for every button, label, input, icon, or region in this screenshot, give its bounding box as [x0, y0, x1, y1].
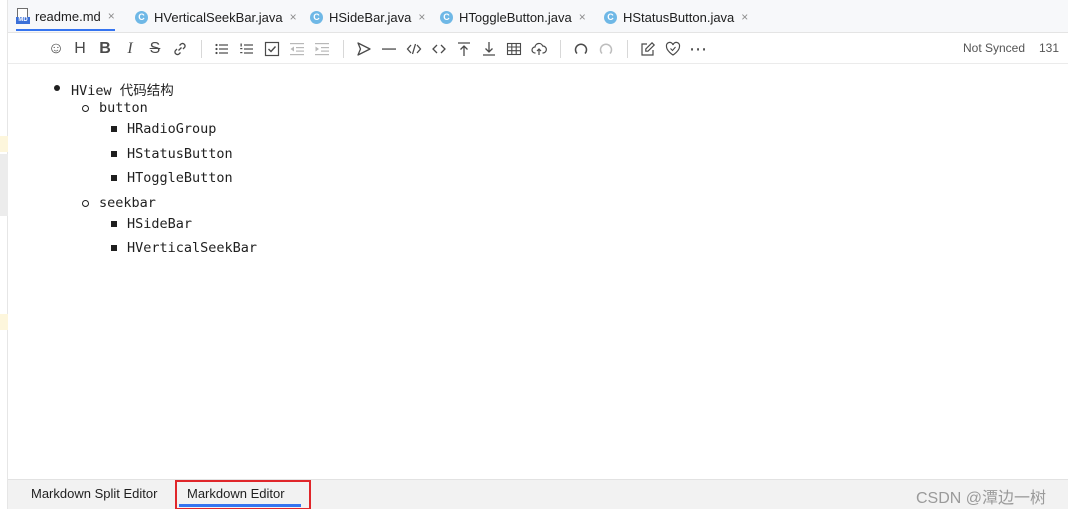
- gutter-change-marker: [0, 314, 8, 330]
- close-icon[interactable]: ×: [418, 10, 425, 24]
- bullet-list-icon[interactable]: [212, 39, 232, 59]
- edit-icon[interactable]: [638, 39, 658, 59]
- list-item-group: seekbar: [99, 195, 156, 211]
- tab-htogglebutton-java[interactable]: C HToggleButton.java ×: [440, 3, 586, 31]
- gutter-fold-region: [0, 154, 8, 216]
- upload-icon[interactable]: [529, 39, 549, 59]
- table-icon[interactable]: [504, 39, 524, 59]
- undo-icon[interactable]: [571, 39, 591, 59]
- emoji-icon[interactable]: ☺: [46, 39, 66, 59]
- tab-label: HToggleButton.java: [459, 9, 572, 25]
- heading-icon[interactable]: H: [70, 39, 90, 59]
- gutter-change-marker: [0, 136, 8, 152]
- link-icon[interactable]: [170, 39, 190, 59]
- list-bullet-disc: [54, 85, 60, 91]
- horizontal-rule-icon[interactable]: [379, 39, 399, 59]
- insert-before-icon[interactable]: [454, 39, 474, 59]
- list-item: HSideBar: [127, 216, 193, 232]
- list-item: HToggleButton: [127, 170, 233, 186]
- list-bullet-circle: [82, 105, 89, 112]
- bold-icon[interactable]: B: [95, 39, 115, 59]
- code-icon[interactable]: [404, 39, 424, 59]
- sync-status: Not Synced: [963, 41, 1026, 55]
- tab-markdown-split-editor[interactable]: Markdown Split Editor: [31, 486, 157, 501]
- list-item-root: HView 代码结构: [71, 83, 174, 99]
- checklist-icon[interactable]: [262, 39, 282, 59]
- editor-gutter: [0, 0, 8, 509]
- tab-hsidebar-java[interactable]: C HSideBar.java ×: [310, 3, 425, 31]
- markdown-toolbar: ☺ H B I S ⋯ Not Synced 131: [8, 33, 1068, 64]
- ordered-list-icon[interactable]: [237, 39, 257, 59]
- insert-after-icon[interactable]: [479, 39, 499, 59]
- java-class-icon: C: [440, 10, 453, 24]
- close-icon[interactable]: ×: [741, 10, 748, 24]
- editor-tab-bar: MD readme.md × C HVerticalSeekBar.java ×…: [8, 0, 1068, 33]
- strikethrough-icon[interactable]: S: [145, 39, 165, 59]
- tab-hstatusbutton-java[interactable]: C HStatusButton.java ×: [604, 3, 748, 31]
- close-icon[interactable]: ×: [290, 10, 297, 24]
- more-icon[interactable]: ⋯: [688, 39, 708, 59]
- redo-icon[interactable]: [596, 39, 616, 59]
- list-bullet-square: [111, 126, 117, 132]
- list-item: HStatusButton: [127, 146, 233, 162]
- list-item: HRadioGroup: [127, 121, 217, 137]
- toolbar-separator: [560, 40, 561, 58]
- inline-code-icon[interactable]: [429, 39, 449, 59]
- word-count: 131: [1039, 41, 1060, 55]
- java-class-icon: C: [310, 10, 323, 24]
- italic-icon[interactable]: I: [120, 39, 140, 59]
- java-class-icon: C: [604, 10, 617, 24]
- highlight-annotation-box: [175, 480, 311, 509]
- close-icon[interactable]: ×: [579, 10, 586, 24]
- editor-mode-bar: Markdown Split Editor Markdown Editor CS…: [8, 479, 1068, 509]
- tab-hverticalseekbar-java[interactable]: C HVerticalSeekBar.java ×: [135, 3, 297, 31]
- markdown-preview: HView 代码结构 button HRadioGroup HStatusBut…: [8, 64, 1068, 479]
- list-bullet-square: [111, 221, 117, 227]
- tab-label: HStatusButton.java: [623, 9, 735, 25]
- java-class-icon: C: [135, 10, 148, 24]
- toolbar-separator: [627, 40, 628, 58]
- list-bullet-square: [111, 245, 117, 251]
- toolbar-separator: [343, 40, 344, 58]
- outdent-icon[interactable]: [287, 39, 307, 59]
- list-bullet-square: [111, 175, 117, 181]
- tab-readme-md[interactable]: MD readme.md ×: [16, 3, 115, 31]
- close-icon[interactable]: ×: [108, 9, 115, 23]
- toolbar-separator: [201, 40, 202, 58]
- tab-label: HVerticalSeekBar.java: [154, 9, 283, 25]
- tab-label: readme.md: [35, 8, 101, 24]
- list-bullet-square: [111, 151, 117, 157]
- quote-icon[interactable]: [354, 39, 374, 59]
- heart-icon[interactable]: [663, 39, 683, 59]
- tab-label: HSideBar.java: [329, 9, 412, 25]
- indent-icon[interactable]: [312, 39, 332, 59]
- watermark: CSDN @潭边一树: [916, 490, 1047, 507]
- list-item-group: button: [99, 100, 148, 116]
- list-bullet-circle: [82, 200, 89, 207]
- list-item: HVerticalSeekBar: [127, 240, 258, 256]
- markdown-file-icon: MD: [16, 8, 30, 24]
